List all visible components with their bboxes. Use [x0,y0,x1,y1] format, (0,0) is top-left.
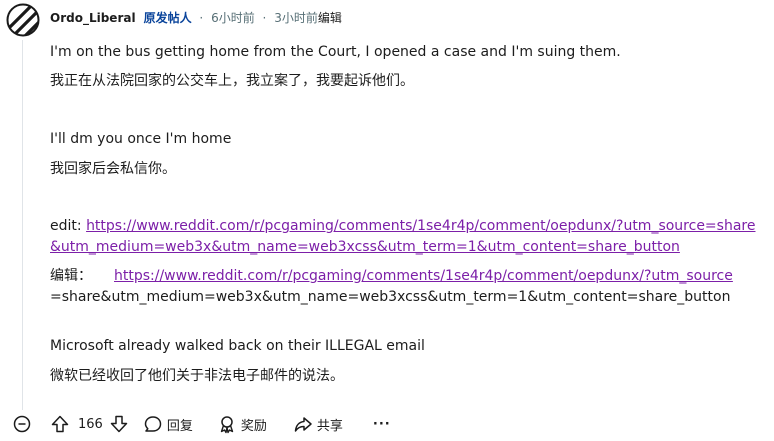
award-button[interactable]: 奖励 [217,414,267,434]
award-label: 奖励 [240,418,267,434]
cn-edit-paragraph: 编辑： https://www.reddit.com/r/pcgaming/co… [50,266,762,287]
edited-time: 3小时前 [274,11,318,25]
upvote-icon[interactable] [50,414,70,434]
paragraph-en: Microsoft already walked back on their I… [50,338,425,354]
avatar[interactable] [6,3,40,37]
comment-header: Ordo_Liberal 原发帖人 · 6小时前 · 3小时前 编辑 [50,9,342,26]
username[interactable]: Ordo_Liberal [50,11,136,25]
comment-body: I'm on the bus getting home from the Cou… [50,42,762,387]
reply-button[interactable]: 回复 [143,414,193,434]
award-icon [220,416,234,434]
share-button[interactable]: 共享 [293,414,343,434]
edit-paragraph: edit: https://www.reddit.com/r/pcgaming/… [50,216,762,258]
vote-score: 166 [78,416,103,432]
edit-prefix: edit: [50,218,82,234]
paragraph-en: I'm on the bus getting home from the Cou… [50,44,621,60]
reply-label: 回复 [166,418,193,434]
more-options-icon[interactable]: ··· [373,417,391,432]
edit-link[interactable]: https://www.reddit.com/r/pcgaming/commen… [50,218,755,255]
downvote-icon[interactable] [109,414,129,434]
collapse-icon[interactable] [12,414,32,434]
paragraph-cn: 微软已经收回了他们关于非法电子邮件的说法。 [50,368,344,384]
edited-label: 编辑 [317,11,342,25]
op-badge: 原发帖人 [143,11,192,25]
comment-icon [144,416,162,432]
thread-line[interactable] [22,40,23,410]
cn-edit-link[interactable]: https://www.reddit.com/r/pcgaming/commen… [114,266,733,287]
share-icon [294,417,312,432]
share-label: 共享 [316,418,343,434]
separator: · [262,10,267,25]
cn-edit-url-rest: =share&utm_medium=web3x&utm_name=web3xcs… [50,289,731,305]
paragraph-cn: 我回家后会私信你。 [50,161,176,177]
paragraph-en: I'll dm you once I'm home [50,131,232,147]
cn-edit-prefix: 编辑： [50,268,92,284]
comment-actions: 166 回复 奖励 共享 ··· [12,414,391,434]
separator: · [199,10,204,25]
posted-time[interactable]: 6小时前 [211,9,255,26]
paragraph-cn: 我正在从法院回家的公交车上，我立案了，我要起诉他们。 [50,73,414,89]
